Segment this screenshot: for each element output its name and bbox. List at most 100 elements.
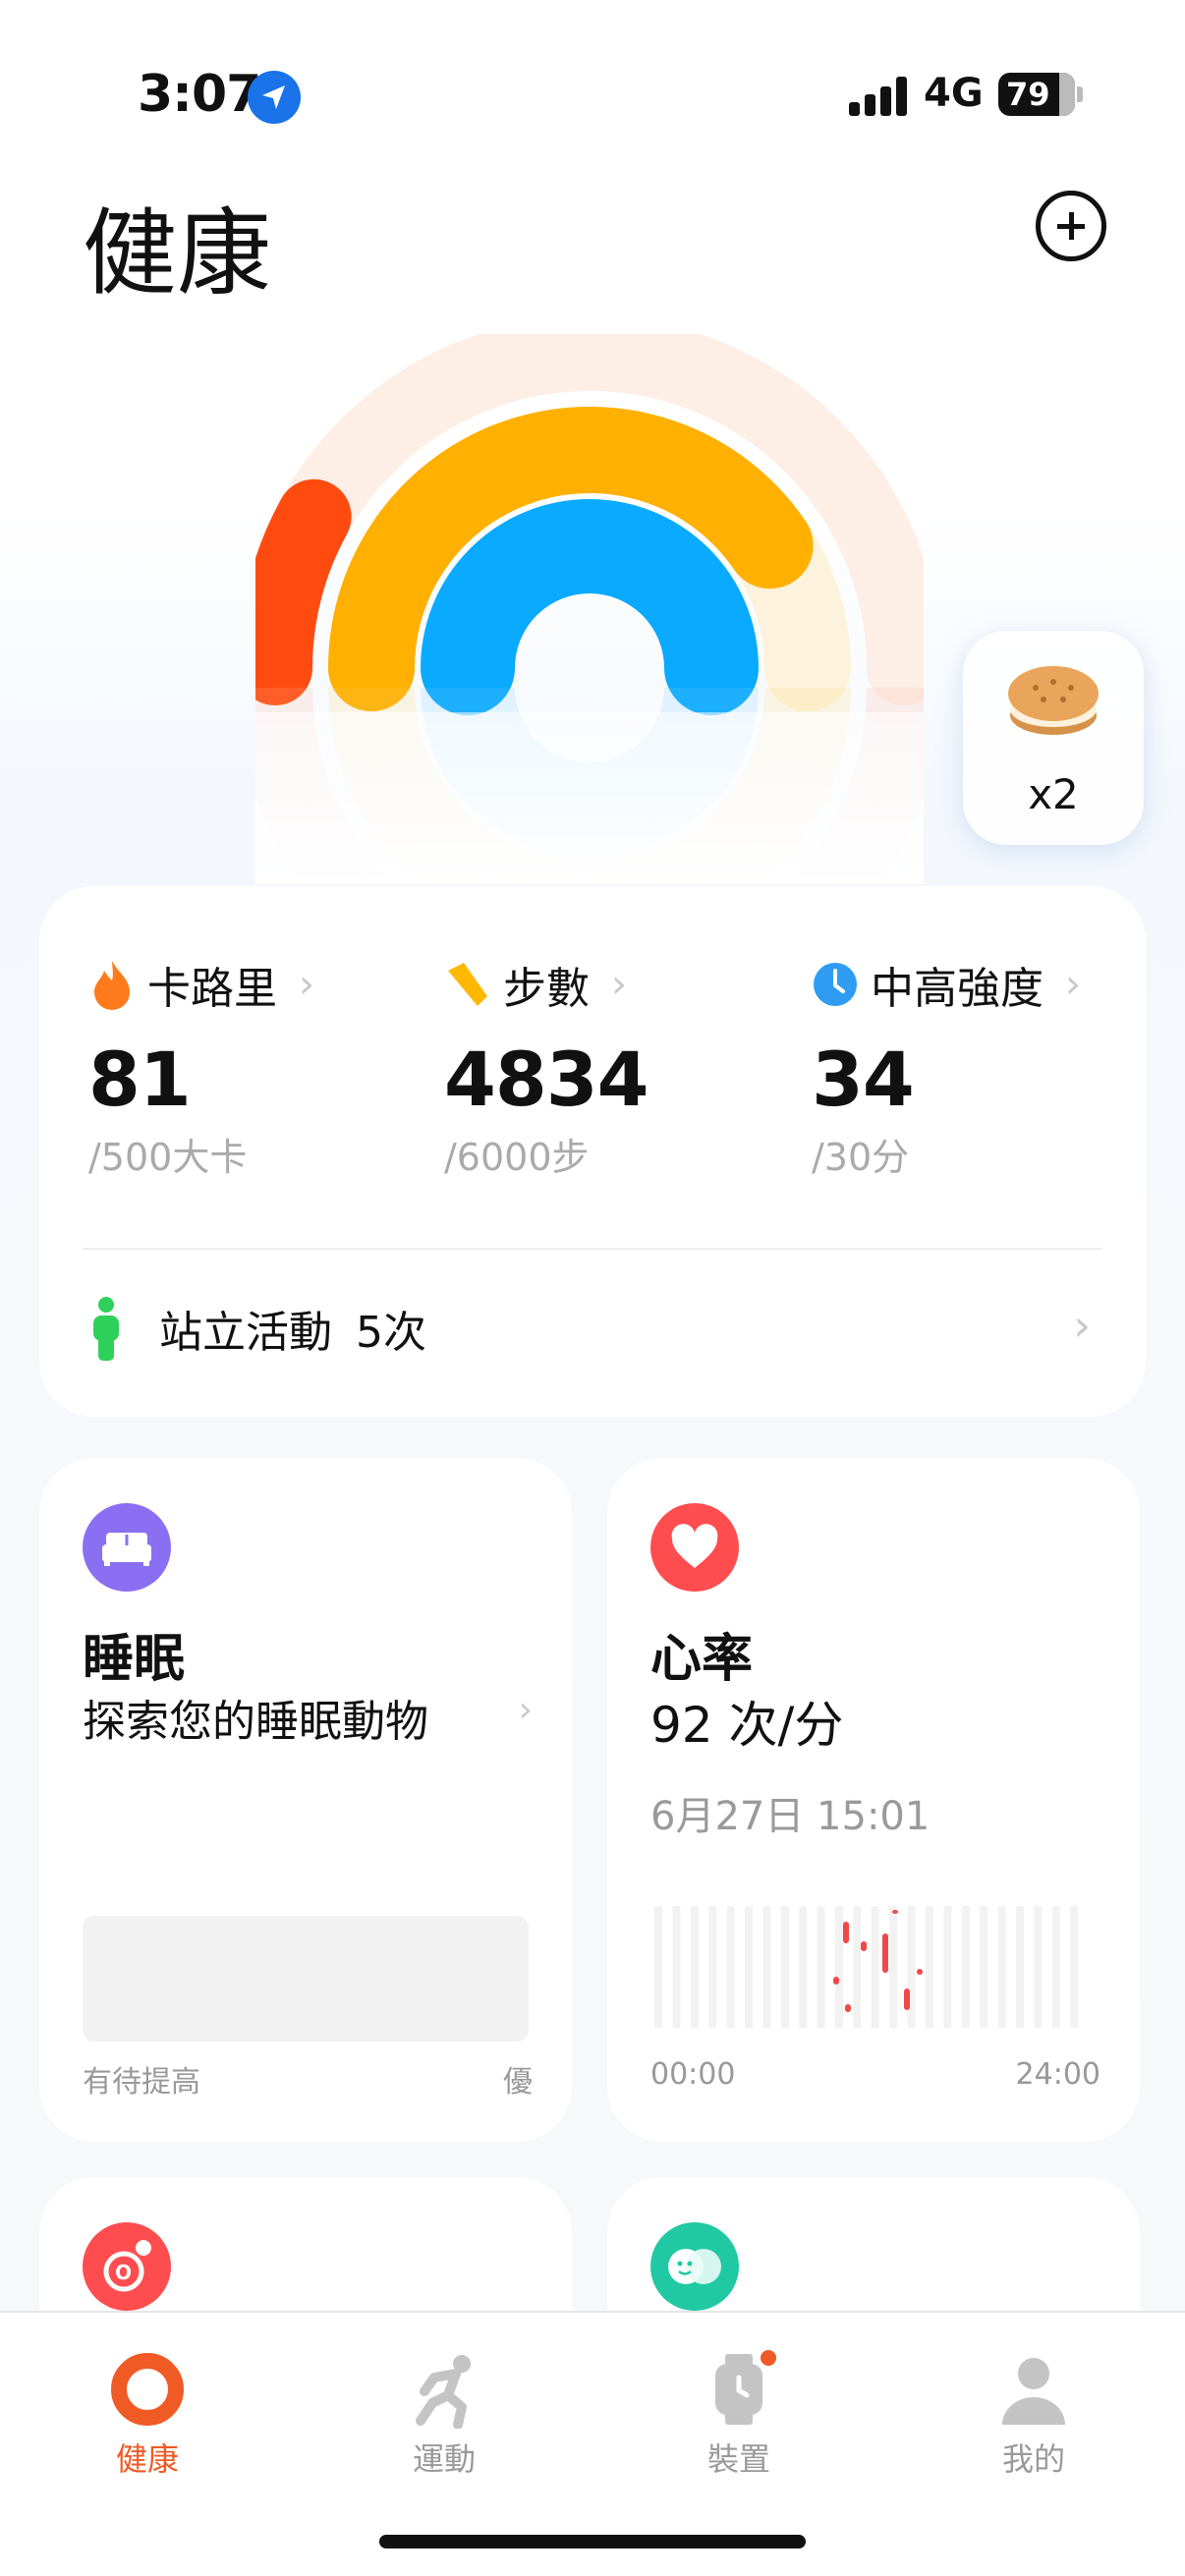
calories-goal: /500大卡 — [88, 1136, 248, 1179]
calories-metric[interactable]: 卡路里 › 81 /500大卡 — [88, 955, 423, 1181]
cookie-icon — [1008, 666, 1099, 735]
flame-icon — [88, 959, 136, 1010]
reward-count: x2 — [1028, 770, 1079, 818]
standing-person-icon — [93, 1297, 119, 1361]
steps-goal: /6000步 — [444, 1136, 590, 1179]
heart-rate-title: 心率 — [650, 1630, 754, 1689]
hour-column — [654, 1906, 662, 2028]
heart-rate-x-end: 24:00 — [1015, 2057, 1100, 2092]
intensity-value: 34 — [812, 1036, 915, 1123]
heart-rate-card[interactable]: 心率 92 次/分 6月27日 15:01 00:00 24:00 — [607, 1458, 1140, 2142]
sleep-quality-bar — [83, 1916, 529, 2042]
heart-rate-sample — [882, 1933, 888, 1973]
heart-rate-sample — [833, 1977, 839, 1985]
activity-summary-card: 卡路里 › 81 /500大卡 步數 › 4834 /6000步 中高強度 › … — [39, 886, 1146, 1417]
calories-value: 81 — [88, 1036, 192, 1123]
tab-label: 健康 — [115, 2440, 179, 2478]
tab-profile[interactable]: 我的 — [935, 2332, 1132, 2480]
heart-rate-date: 6月27日 15:01 — [650, 1794, 931, 1839]
running-icon — [405, 2350, 483, 2430]
hour-column — [762, 1906, 771, 2028]
intensity-label: 中高強度 — [871, 964, 1044, 1014]
hour-column — [926, 1906, 933, 2028]
status-bar: 3:07 4G 79 — [0, 0, 1185, 187]
heart-rate-sample — [845, 2004, 851, 2012]
heart-rate-chart — [654, 1906, 1079, 2028]
person-icon — [994, 2350, 1073, 2429]
heart-rate-sample — [843, 1922, 849, 1943]
calories-ring — [255, 478, 352, 705]
home-indicator — [379, 2535, 806, 2548]
blood-oxygen-icon: O — [83, 2222, 171, 2311]
hour-column — [1034, 1906, 1043, 2028]
chevron-right-icon: › — [1073, 1301, 1091, 1351]
hour-column — [708, 1906, 717, 2028]
activity-rings[interactable] — [255, 334, 924, 884]
divider — [83, 1248, 1102, 1250]
heart-rate-value: 92 次/分 — [650, 1697, 844, 1754]
battery-nub — [1077, 86, 1083, 102]
calories-label: 卡路里 — [147, 964, 277, 1014]
heart-rate-x-start: 00:00 — [650, 2057, 736, 2092]
chevron-right-icon: › — [1065, 962, 1081, 1007]
hour-column — [835, 1906, 843, 2028]
hour-column — [1070, 1906, 1079, 2028]
clock-icon — [812, 959, 859, 1010]
stress-faces-icon — [650, 2222, 739, 2311]
reward-card[interactable]: x2 — [963, 631, 1144, 845]
status-time: 3:07 — [138, 65, 261, 124]
sleep-title: 睡眠 — [83, 1630, 186, 1689]
heart-rate-sample — [917, 1969, 923, 1975]
hour-column — [745, 1906, 753, 2028]
steps-metric[interactable]: 步數 › 4834 /6000步 — [444, 955, 778, 1181]
tab-label: 我的 — [1001, 2440, 1065, 2478]
bed-icon — [83, 1503, 171, 1592]
location-arrow-icon — [248, 71, 301, 124]
sleep-scale-high: 優 — [503, 2065, 533, 2100]
tab-label: 運動 — [412, 2440, 476, 2478]
hour-column — [889, 1906, 898, 2028]
tab-label: 裝置 — [706, 2440, 770, 2478]
heart-rate-sample — [861, 1941, 867, 1951]
intensity-metric[interactable]: 中高強度 › 34 /30分 — [812, 955, 1146, 1181]
tab-workout[interactable]: 運動 — [346, 2332, 542, 2480]
stand-count: 5次 — [356, 1308, 426, 1358]
tab-devices[interactable]: 裝置 — [641, 2332, 837, 2480]
heart-rate-sample — [904, 1988, 910, 2010]
sleep-scale-low: 有待提高 — [83, 2065, 200, 2100]
watch-icon — [700, 2350, 778, 2429]
network-type: 4G — [924, 71, 984, 116]
chevron-right-icon: › — [611, 962, 627, 1007]
hour-column — [980, 1906, 988, 2028]
hour-column — [817, 1906, 825, 2028]
sleep-card[interactable]: 睡眠 探索您的睡眠動物 › 有待提高 優 — [39, 1458, 572, 2142]
hour-column — [961, 1906, 970, 2028]
hour-column — [997, 1906, 1006, 2028]
heart-icon — [650, 1503, 739, 1592]
stand-activity-row[interactable]: 站立活動 5次 › — [88, 1289, 1100, 1368]
sleep-subtitle: 探索您的睡眠動物 — [83, 1697, 428, 1747]
heart-rate-sample — [892, 1910, 898, 1914]
cellular-signal-icon — [849, 77, 908, 116]
intensity-goal: /30分 — [812, 1136, 910, 1179]
intensity-ring — [421, 499, 759, 715]
hour-column — [871, 1906, 879, 2028]
hour-column — [726, 1906, 735, 2028]
steps-label: 步數 — [503, 964, 590, 1014]
health-ring-icon — [108, 2350, 187, 2429]
chevron-right-icon: › — [299, 962, 314, 1007]
hour-column — [853, 1906, 862, 2028]
tab-health[interactable]: 健康 — [49, 2332, 246, 2480]
hour-column — [672, 1906, 681, 2028]
battery-icon: 79 — [998, 73, 1075, 116]
steps-value: 4834 — [444, 1036, 649, 1123]
hour-column — [943, 1906, 952, 2028]
hour-column — [690, 1906, 699, 2028]
page-title: 健康 — [83, 198, 271, 308]
battery-percent: 79 — [1006, 76, 1050, 113]
add-button[interactable] — [1036, 191, 1106, 261]
svg-text:O: O — [115, 2261, 132, 2284]
hour-column — [780, 1906, 789, 2028]
stand-label: 站立活動 — [159, 1308, 332, 1358]
hour-column — [799, 1906, 808, 2028]
